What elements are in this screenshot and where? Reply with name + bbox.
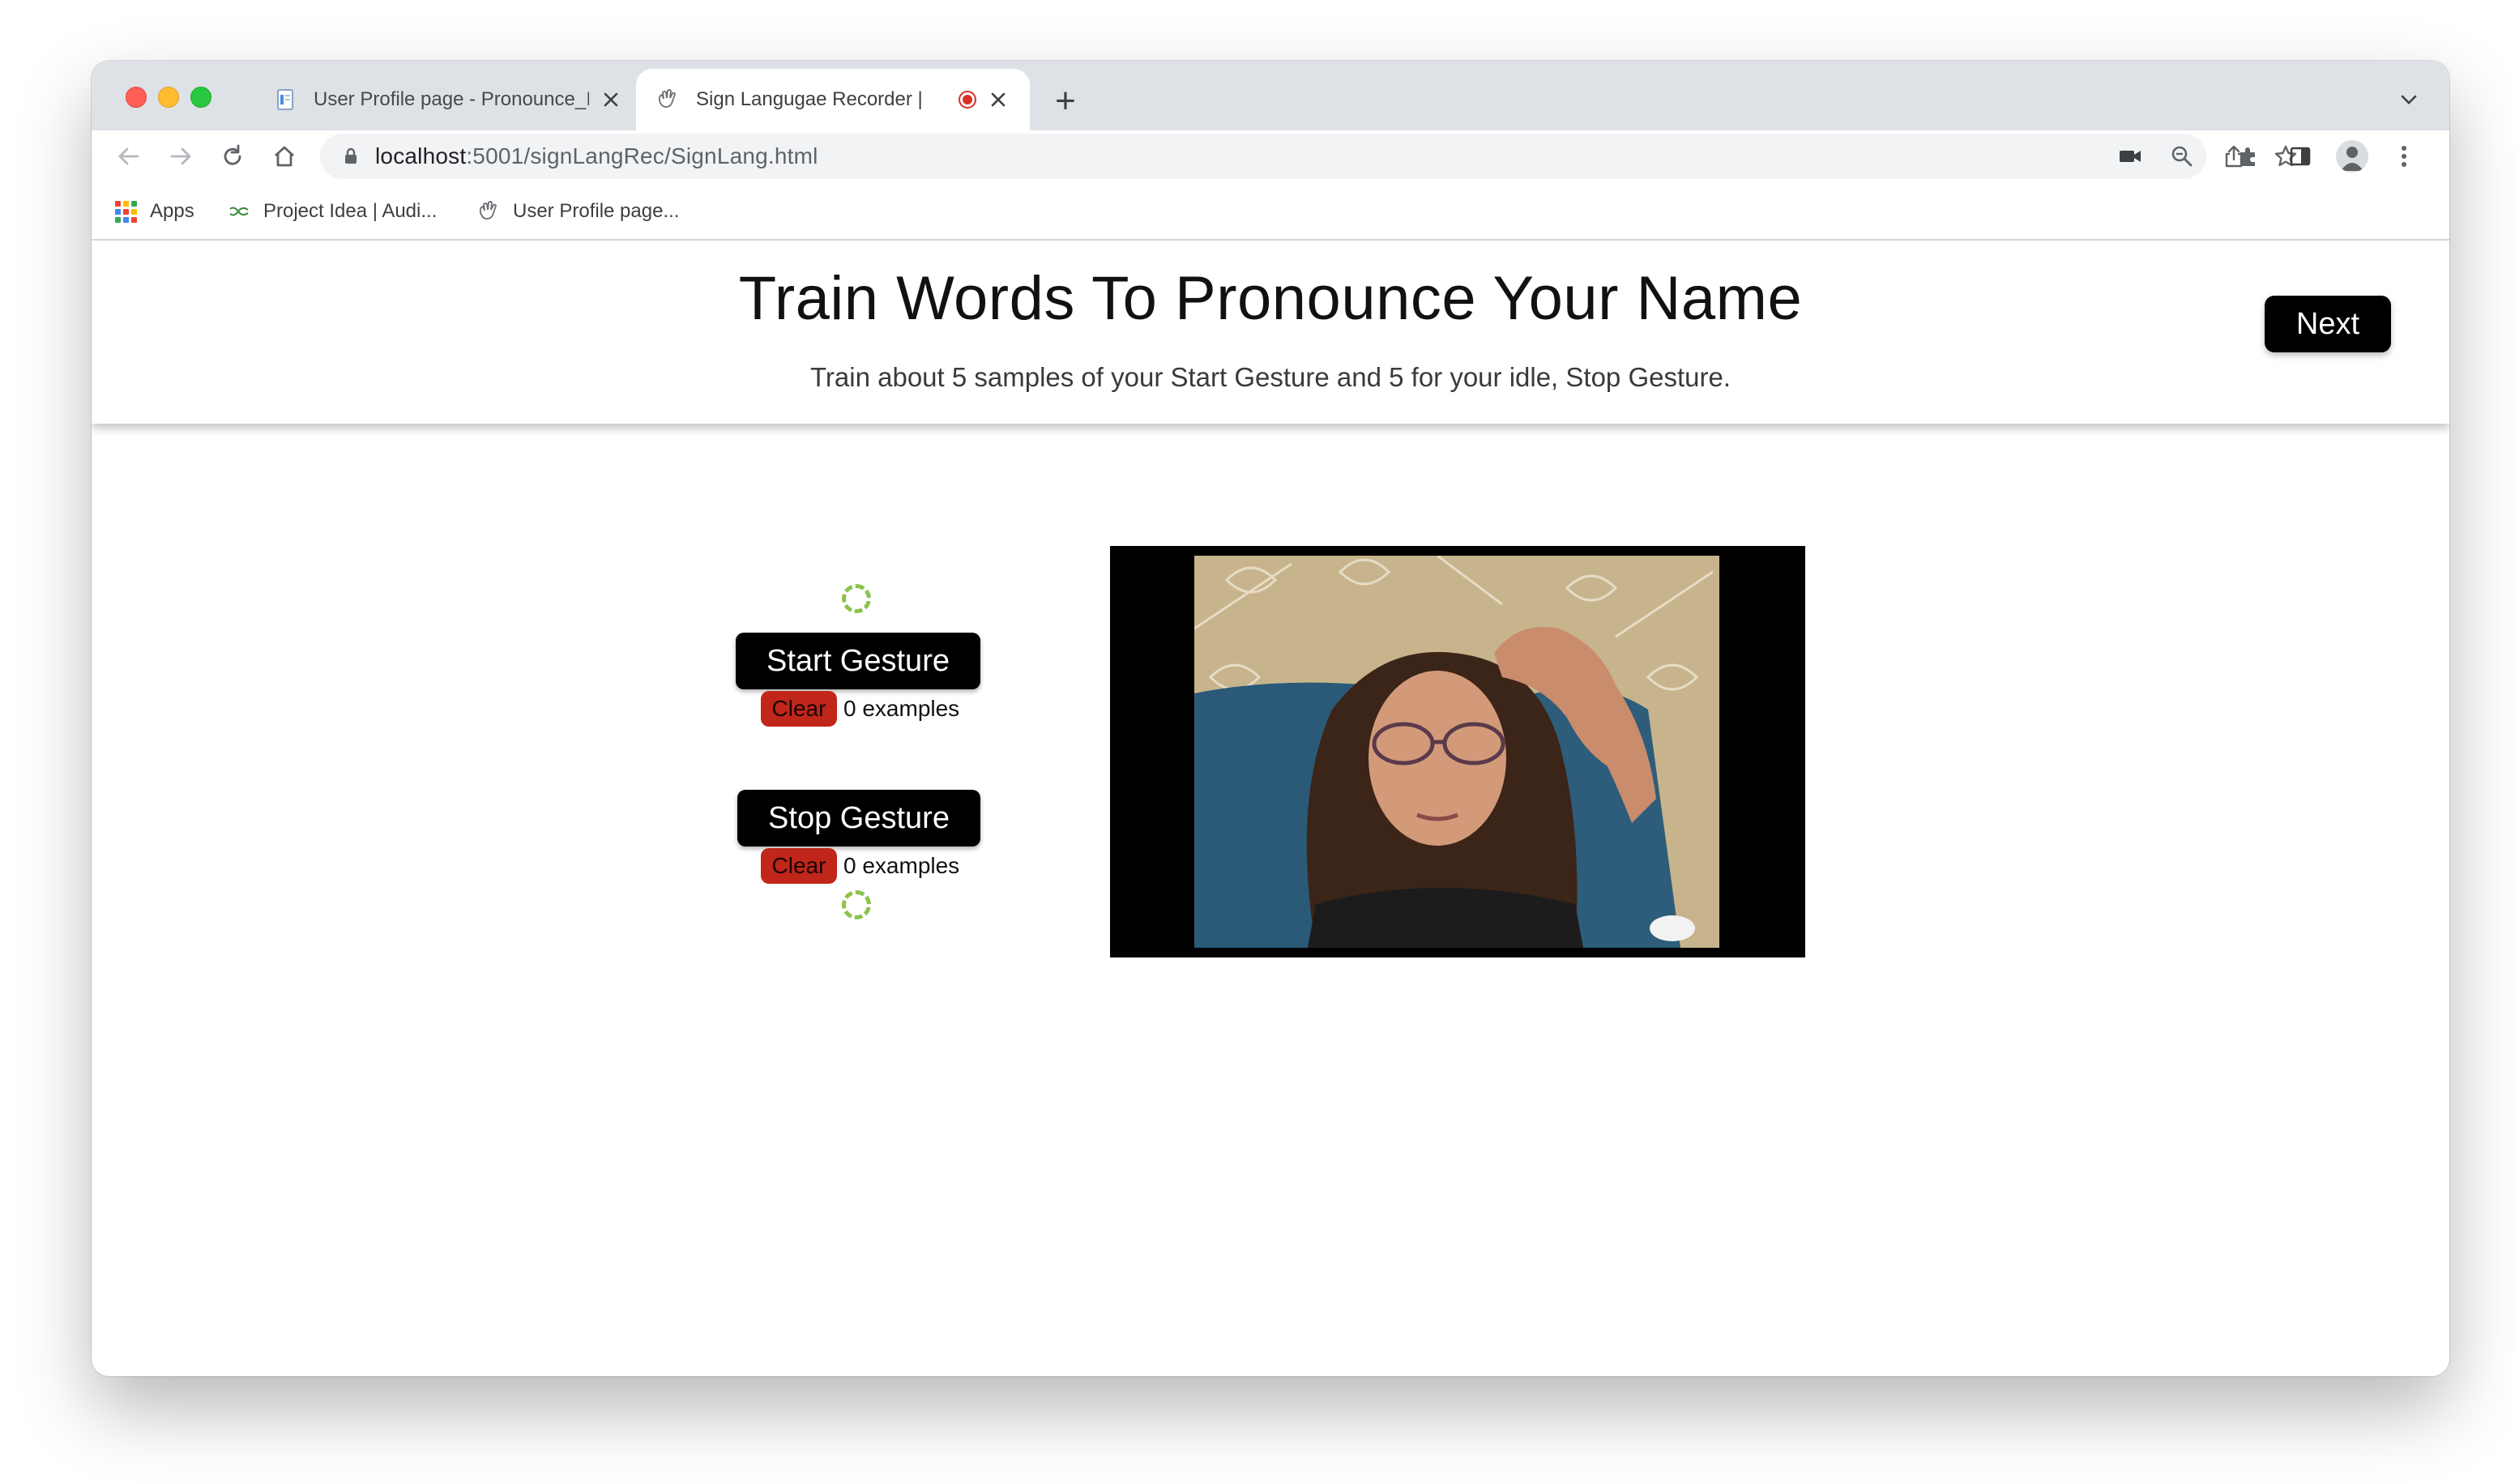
reload-button[interactable] bbox=[211, 135, 254, 177]
arrow-right-icon bbox=[170, 147, 191, 165]
window-maximize-button[interactable] bbox=[190, 87, 211, 108]
webcam-person-image bbox=[1194, 556, 1719, 948]
clear-label: Clear bbox=[771, 696, 826, 721]
loading-spinner-icon bbox=[842, 584, 871, 613]
tab-strip: User Profile page - Pronounce_I Sign Lan… bbox=[92, 61, 2449, 130]
loading-spinner-icon bbox=[842, 890, 871, 919]
page-subtitle: Train about 5 samples of your Start Gest… bbox=[809, 362, 1731, 392]
page-header: Train Words To Pronounce Your Name Train… bbox=[92, 241, 2449, 424]
side-panel-icon[interactable] bbox=[2281, 137, 2320, 176]
url-host: localhost bbox=[375, 143, 467, 168]
webcam-preview bbox=[1110, 546, 1805, 957]
desktop-background: User Profile page - Pronounce_I Sign Lan… bbox=[0, 0, 2515, 1484]
profile-avatar-icon[interactable] bbox=[2333, 137, 2372, 176]
start-gesture-button[interactable]: Start Gesture bbox=[736, 633, 980, 689]
reload-icon bbox=[224, 144, 241, 165]
tab-search-button[interactable] bbox=[2386, 77, 2432, 122]
tab-title: User Profile page - Pronounce_I bbox=[314, 88, 589, 110]
bookmark-label: Apps bbox=[150, 200, 194, 222]
new-tab-button[interactable]: + bbox=[1041, 77, 1090, 126]
plus-icon: + bbox=[1055, 81, 1076, 121]
chevron-down-icon bbox=[2401, 95, 2417, 104]
lock-icon[interactable] bbox=[339, 145, 362, 168]
next-button[interactable]: Next bbox=[2265, 296, 2391, 352]
page-content: Train Words To Pronounce Your Name Train… bbox=[92, 241, 2449, 1376]
browser-window: User Profile page - Pronounce_I Sign Lan… bbox=[92, 61, 2449, 1376]
link-icon bbox=[228, 200, 250, 223]
tab-title: Sign Langugae Recorder | bbox=[696, 88, 923, 110]
kebab-menu-icon[interactable] bbox=[2385, 137, 2423, 176]
hand-sign-icon bbox=[477, 200, 500, 223]
extensions-puzzle-icon[interactable] bbox=[2229, 137, 2268, 176]
page-title: Train Words To Pronounce Your Name bbox=[738, 264, 1803, 333]
stop-gesture-button[interactable]: Stop Gesture bbox=[737, 790, 980, 846]
hand-sign-icon bbox=[655, 87, 680, 112]
url-path: :5001/signLangRec/SignLang.html bbox=[466, 143, 818, 168]
window-close-button[interactable] bbox=[126, 87, 147, 108]
clear-stop-button[interactable]: Clear bbox=[761, 848, 837, 884]
bookmark-project-idea[interactable]: Project Idea | Audi... bbox=[228, 197, 437, 226]
start-examples-count: 0 examples bbox=[843, 696, 960, 721]
close-icon[interactable] bbox=[599, 87, 623, 112]
bookmark-label: User Profile page... bbox=[513, 200, 680, 222]
arrow-left-icon bbox=[118, 147, 139, 165]
close-icon[interactable] bbox=[986, 87, 1010, 112]
back-button[interactable] bbox=[108, 135, 150, 177]
forward-button[interactable] bbox=[160, 135, 202, 177]
clear-label: Clear bbox=[771, 853, 826, 878]
tab-user-profile[interactable]: User Profile page - Pronounce_I bbox=[254, 69, 643, 130]
url-text[interactable]: localhost:5001/signLangRec/SignLang.html bbox=[375, 143, 818, 169]
bookmark-apps[interactable]: Apps bbox=[114, 197, 194, 226]
clear-start-button[interactable]: Clear bbox=[761, 691, 837, 727]
stop-examples-count: 0 examples bbox=[843, 853, 960, 878]
browser-toolbar: localhost:5001/signLangRec/SignLang.html bbox=[92, 130, 2449, 182]
bookmark-user-profile[interactable]: User Profile page... bbox=[477, 197, 679, 226]
document-icon bbox=[273, 87, 297, 112]
bookmark-label: Project Idea | Audi... bbox=[263, 200, 438, 222]
recording-indicator-icon bbox=[959, 91, 976, 109]
home-icon bbox=[275, 146, 294, 167]
tab-sign-language-recorder[interactable]: Sign Langugae Recorder | bbox=[636, 69, 1030, 130]
apps-grid-icon bbox=[114, 200, 137, 223]
camera-icon[interactable] bbox=[2112, 139, 2148, 174]
window-minimize-button[interactable] bbox=[158, 87, 179, 108]
bookmarks-bar: Apps Project Idea | Audi... User Profile… bbox=[92, 182, 2449, 241]
zoom-icon[interactable] bbox=[2164, 139, 2200, 174]
webcam-video-feed bbox=[1194, 556, 1719, 948]
address-bar[interactable]: localhost:5001/signLangRec/SignLang.html bbox=[320, 134, 2297, 179]
home-button[interactable] bbox=[263, 135, 305, 177]
